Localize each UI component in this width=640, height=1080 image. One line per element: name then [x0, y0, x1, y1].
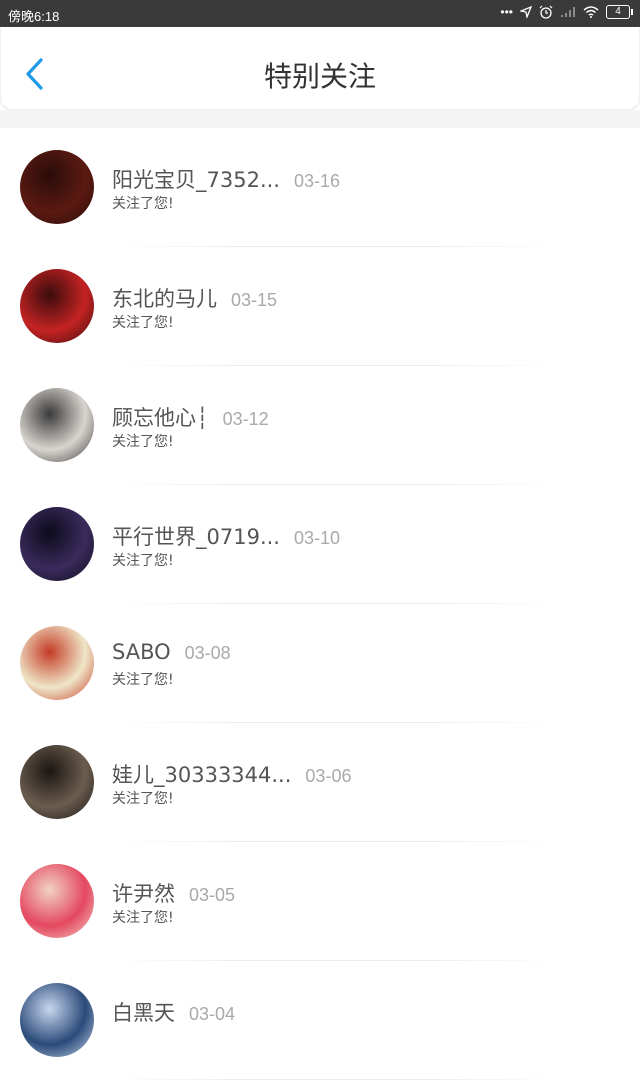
follow-message: 关注了您!	[112, 791, 174, 807]
avatar[interactable]	[20, 626, 94, 700]
follow-list: 阳光宝贝_7352... 03-16 关注了您! 东北的马儿 03-15 关注了您! 顾忘他…	[0, 128, 640, 1080]
name-row: 顾忘他心┆ 03-12	[112, 402, 269, 432]
list-item[interactable]: 白黑天 03-04	[0, 961, 640, 1080]
name-row: 许尹然 03-05	[112, 878, 235, 908]
name-row: 阳光宝贝_7352... 03-16	[112, 164, 340, 194]
follow-message: 关注了您!	[112, 315, 174, 331]
list-item[interactable]: 阳光宝贝_7352... 03-16 关注了您!	[0, 128, 640, 247]
battery-icon: 4	[606, 5, 633, 19]
name-row: SABO 03-08	[112, 640, 231, 664]
user-name[interactable]: SABO	[112, 640, 171, 664]
follow-message: 关注了您!	[112, 553, 174, 569]
avatar[interactable]	[20, 269, 94, 343]
list-item[interactable]: 顾忘他心┆ 03-12 关注了您!	[0, 366, 640, 485]
list-item[interactable]: 东北的马儿 03-15 关注了您!	[0, 247, 640, 366]
user-name[interactable]: 顾忘他心┆	[112, 406, 209, 430]
avatar[interactable]	[20, 745, 94, 819]
follow-date: 03-06	[305, 766, 352, 786]
follow-date: 03-12	[222, 409, 269, 429]
follow-date: 03-05	[189, 885, 236, 905]
name-row: 白黑天 03-04	[112, 997, 235, 1027]
list-item[interactable]: 娃儿_30333344... 03-06 关注了您!	[0, 723, 640, 842]
avatar[interactable]	[20, 983, 94, 1057]
name-row: 娃儿_30333344... 03-06	[112, 759, 351, 789]
follow-message: 关注了您!	[112, 196, 174, 212]
user-name[interactable]: 许尹然	[112, 882, 175, 906]
avatar[interactable]	[20, 507, 94, 581]
status-bar: 傍晚6:18 ••• 4	[0, 0, 640, 27]
user-name[interactable]: 阳光宝贝_7352...	[112, 168, 280, 192]
follow-message: 关注了您!	[112, 672, 174, 688]
avatar[interactable]	[20, 150, 94, 224]
list-item[interactable]: SABO 03-08 关注了您!	[0, 604, 640, 723]
follow-date: 03-10	[293, 528, 341, 548]
status-time: 傍晚6:18	[8, 9, 60, 24]
user-name[interactable]: 娃儿_30333344...	[112, 763, 291, 787]
follow-date: 03-15	[231, 290, 278, 310]
signal-icon	[561, 7, 575, 17]
follow-date: 03-04	[189, 1004, 236, 1024]
follow-date: 03-16	[293, 171, 341, 191]
alarm-icon	[539, 5, 553, 19]
follow-date: 03-08	[184, 643, 231, 663]
status-icons: ••• 4	[500, 5, 633, 19]
user-name[interactable]: 平行世界_0719...	[112, 525, 280, 549]
more-dots-icon: •••	[500, 5, 513, 19]
user-name[interactable]: 东北的马儿	[112, 287, 217, 311]
avatar[interactable]	[20, 388, 94, 462]
section-gap	[0, 110, 640, 128]
follow-message: 关注了您!	[112, 910, 174, 926]
page-title: 特别关注	[263, 60, 376, 93]
list-item[interactable]: 许尹然 03-05 关注了您!	[0, 842, 640, 961]
name-row: 平行世界_0719... 03-10	[112, 521, 340, 551]
avatar[interactable]	[20, 864, 94, 938]
follow-message: 关注了您!	[112, 434, 174, 450]
user-name[interactable]: 白黑天	[112, 1001, 175, 1025]
wifi-icon	[583, 6, 599, 18]
list-item[interactable]: 平行世界_0719... 03-10 关注了您!	[0, 485, 640, 604]
location-icon	[520, 6, 532, 18]
app-header: 特别关注	[0, 27, 640, 110]
name-row: 东北的马儿 03-15	[112, 283, 277, 313]
